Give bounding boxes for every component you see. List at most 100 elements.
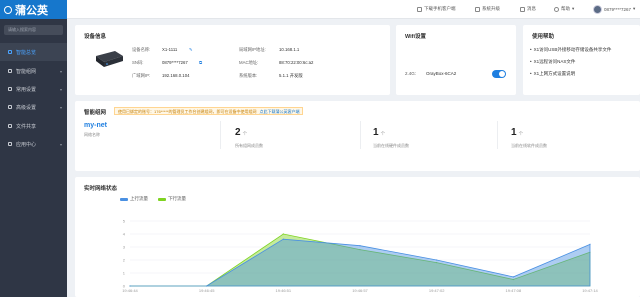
- y-tick-label: 4: [123, 232, 126, 237]
- wifi-title: Wifi设置: [405, 34, 427, 40]
- wan-ip-value: 192.168.0.104: [162, 73, 190, 78]
- mac-row: MAC地址: 88:70:22:00:6c:a2: [239, 60, 313, 66]
- apps-icon: [8, 142, 12, 146]
- sidebar-item-label: 高级设置: [16, 104, 37, 111]
- sn-label: SN码:: [132, 60, 144, 65]
- mac-label: MAC地址:: [239, 60, 259, 65]
- wan-ip-label: 广域网IP:: [132, 73, 151, 78]
- help-icon: [554, 6, 559, 12]
- help-title: 使用帮助: [532, 34, 555, 40]
- x-tick-label: 19:46:44: [122, 288, 138, 293]
- member-count-label: 所有组网成员数: [235, 143, 263, 148]
- sidebar-item-overview[interactable]: 智能总览: [0, 43, 67, 61]
- sidebar: 蒲公英 请输入搜索内容 智能总览 智能组网 ▾ 常用设置 ▾ 高级设置 ▾ 文件…: [0, 0, 67, 297]
- y-tick-label: 2: [123, 258, 126, 263]
- settings-icon: [8, 87, 12, 91]
- sidebar-item-file-sharing[interactable]: 文件共享: [0, 117, 67, 135]
- folder-icon: [8, 124, 12, 128]
- sidebar-item-app-center[interactable]: 应用中心 ▾: [0, 135, 67, 153]
- wifi-ssid: OrayBox-6CA2: [426, 71, 457, 76]
- x-tick-label: 19:47:14: [582, 288, 598, 293]
- x-tick-label: 19:47:02: [429, 288, 445, 293]
- traffic-chart: 01234519:46:44 19:46:45 19:46:51 19:46:57 19…: [122, 219, 598, 294]
- member-count-value: 2: [235, 127, 241, 138]
- upload-series-point: [359, 245, 361, 247]
- x-tick-label: 19:46:45: [199, 288, 215, 293]
- messages-button[interactable]: 消息: [520, 4, 536, 14]
- online-hardware-label: 当前在线硬件成员数: [373, 143, 409, 148]
- download-series-point: [282, 233, 284, 235]
- y-tick-label: 5: [123, 219, 126, 224]
- mac-value: 88:70:22:00:6c:a2: [279, 60, 314, 65]
- y-tick-label: 3: [123, 245, 126, 250]
- sidebar-item-networking[interactable]: 智能组网 ▾: [0, 62, 67, 80]
- online-software-label: 当前在线软件成员数: [511, 143, 547, 148]
- account-menu[interactable]: 0879****7267 ▾: [593, 4, 635, 14]
- network-name-stat: my-net 网络名称: [84, 122, 107, 138]
- system-upgrade-button[interactable]: 系统升级: [475, 4, 500, 14]
- bell-icon: [520, 6, 525, 12]
- account-label: 0879****7267: [604, 6, 632, 12]
- divider: [360, 121, 361, 149]
- help-link[interactable]: X1访问USB外接移动存储设备共享文件: [530, 47, 612, 53]
- sidebar-item-label: 常用设置: [16, 86, 37, 93]
- divider: [497, 121, 498, 149]
- upload-series-point: [282, 238, 284, 240]
- copy-icon[interactable]: ⧉: [199, 60, 202, 65]
- help-label: 帮助: [561, 6, 570, 11]
- sidebar-item-advanced-settings[interactable]: 高级设置 ▾: [0, 98, 67, 116]
- lan-ip-row: 局域网IP地址: 10.168.1.1: [239, 47, 299, 53]
- online-software-value: 1: [511, 127, 517, 138]
- member-count-unit: 个: [242, 131, 248, 136]
- chevron-down-icon: ▾: [59, 142, 62, 147]
- chevron-down-icon: ▾: [59, 105, 62, 110]
- help-link[interactable]: X1上网方式设置说明: [530, 71, 576, 77]
- realtime-network-card: 实时网络状态 上行流量 下行流量 0 1 2 3 4 5 19:46:44 19:46:45 1…: [75, 177, 640, 297]
- version-label: 系统版本:: [239, 73, 258, 78]
- app-name: 蒲公英: [15, 4, 48, 17]
- online-software-unit: 个: [518, 131, 524, 136]
- topbar: 下载手机客户端 系统升级 消息 帮助 ▾ 0879****7267 ▾: [67, 0, 640, 19]
- device-name-row: 设备名称: X1-1111 ✎: [132, 47, 193, 53]
- wifi-toggle[interactable]: [492, 70, 506, 78]
- dashboard-icon: [8, 50, 12, 54]
- y-tick-label: 1: [123, 271, 126, 276]
- networking-title: 智能组网: [84, 110, 107, 116]
- sn-value: 0879****7267: [162, 60, 188, 65]
- help-link[interactable]: X1远程访问NAS文件: [530, 59, 576, 65]
- phone-icon: [417, 6, 422, 12]
- chevron-down-icon: ▾: [572, 6, 575, 11]
- gear-icon: [8, 105, 12, 109]
- avatar: [593, 4, 602, 14]
- app-logo[interactable]: 蒲公英: [0, 0, 67, 19]
- device-info-title: 设备信息: [84, 34, 107, 40]
- help-menu[interactable]: 帮助 ▾: [554, 4, 574, 14]
- network-icon: [8, 69, 12, 73]
- chevron-down-icon: ▾: [633, 6, 636, 11]
- sidebar-search-input[interactable]: 请输入搜索内容: [4, 25, 63, 35]
- chevron-down-icon: ▾: [59, 87, 62, 92]
- device-name-value: X1-1111: [162, 47, 178, 52]
- download-app-button[interactable]: 下载手机客户端: [417, 4, 456, 14]
- sidebar-item-common-settings[interactable]: 常用设置 ▾: [0, 80, 67, 98]
- upgrade-icon: [475, 6, 480, 12]
- notice-text: 使用已绑定的账号：176*****的管理员工作台创建组网，即可在设备中使用组网: [118, 109, 257, 114]
- device-name-label: 设备名称:: [132, 47, 151, 52]
- network-name-value[interactable]: my-net: [84, 122, 107, 129]
- version-value: 5.1.1 开发版: [279, 73, 303, 78]
- wifi-band-label: 2.4G:: [405, 71, 417, 76]
- download-client-link[interactable]: 点此下载蒲公英客户端: [259, 109, 299, 114]
- lan-ip-label: 局域网IP地址:: [239, 47, 266, 52]
- device-info-card: 设备信息 设备名称: X1-1111 ✎ SN码: 0879****7267 ⧉…: [75, 25, 390, 95]
- download-app-label: 下载手机客户端: [424, 6, 456, 11]
- lan-ip-value: 10.168.1.1: [279, 47, 300, 52]
- sidebar-item-label: 应用中心: [16, 141, 37, 148]
- messages-label: 消息: [527, 6, 536, 11]
- version-row: 系统版本: 5.1.1 开发版: [239, 73, 303, 79]
- sidebar-item-label: 智能总览: [16, 49, 37, 56]
- network-name-label: 网络名称: [84, 132, 100, 137]
- edit-name-icon[interactable]: ✎: [189, 47, 193, 53]
- notice-banner: 使用已绑定的账号：176*****的管理员工作台创建组网，即可在设备中使用组网点…: [114, 107, 304, 115]
- online-software-stat: 1个 当前在线软件成员数: [511, 122, 547, 149]
- networking-card: 智能组网 使用已绑定的账号：176*****的管理员工作台创建组网，即可在设备中…: [75, 101, 640, 171]
